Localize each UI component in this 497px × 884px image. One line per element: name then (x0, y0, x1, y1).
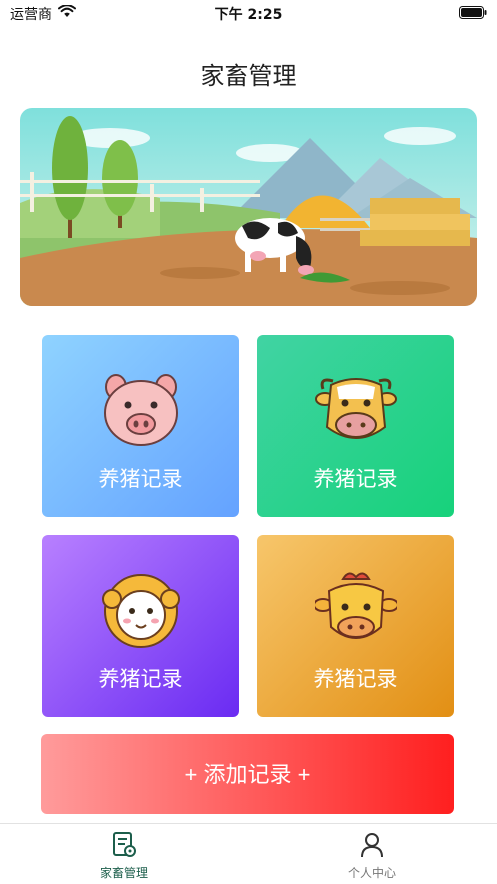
chicken-icon (313, 569, 399, 651)
chicken-record-card[interactable]: 养猪记录 (257, 535, 454, 717)
sheep-record-card[interactable]: 养猪记录 (42, 535, 239, 717)
clock: 下午 2:25 (214, 7, 283, 23)
battery-icon (459, 6, 487, 23)
sheep-icon (100, 569, 182, 651)
add-record-button[interactable]: + 添加记录 + (41, 734, 454, 814)
cow-icon (315, 369, 397, 451)
tab-bar: 家畜管理 个人中心 (0, 823, 497, 884)
card-label: 养猪记录 (98, 667, 183, 691)
card-label: 养猪记录 (313, 667, 398, 691)
card-label: 养猪记录 (98, 467, 183, 491)
status-bar: 运营商 下午 2:25 (0, 0, 497, 26)
cow-record-card[interactable]: 养猪记录 (257, 335, 454, 517)
user-icon (360, 833, 384, 862)
tab-label: 家畜管理 (99, 866, 148, 880)
farm-banner-image (20, 108, 477, 306)
tab-label: 个人中心 (347, 866, 396, 880)
tab-livestock-management[interactable]: 家畜管理 (64, 832, 184, 881)
page-title: 家畜管理 (200, 62, 297, 90)
document-settings-icon (112, 832, 136, 862)
tab-personal-center[interactable]: 个人中心 (312, 832, 432, 881)
pig-record-card[interactable]: 养猪记录 (42, 335, 239, 517)
card-label: 养猪记录 (313, 467, 398, 491)
pig-icon (100, 369, 182, 451)
